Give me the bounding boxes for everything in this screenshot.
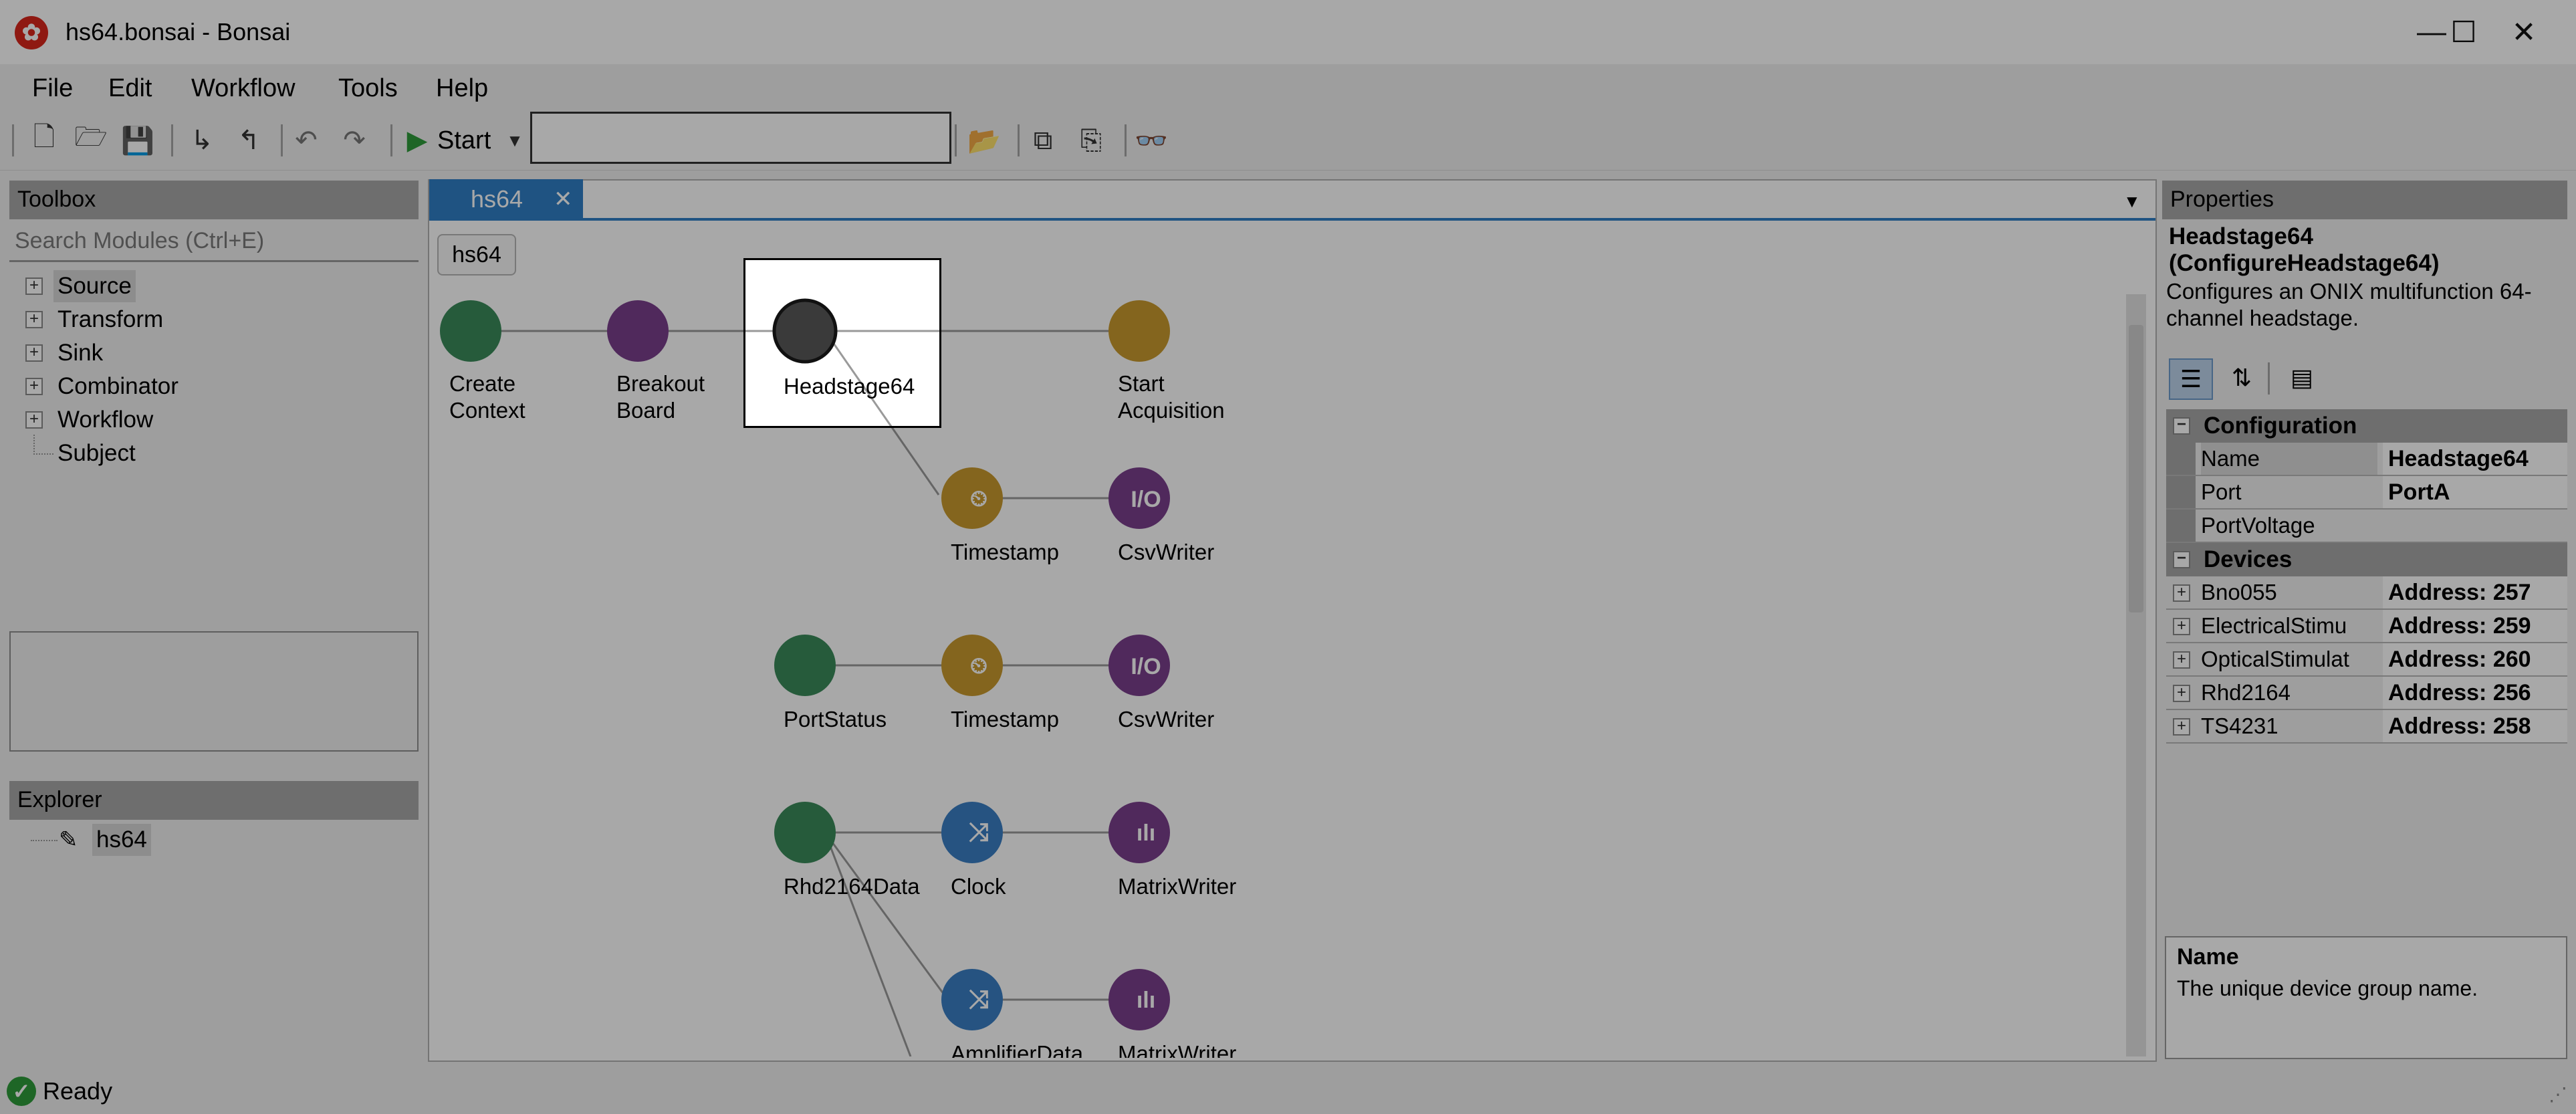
dim-overlay bbox=[0, 428, 2576, 1114]
highlight-frame bbox=[743, 258, 941, 428]
dim-overlay bbox=[0, 0, 2576, 258]
dim-overlay bbox=[0, 258, 745, 428]
dim-overlay bbox=[941, 258, 2576, 428]
